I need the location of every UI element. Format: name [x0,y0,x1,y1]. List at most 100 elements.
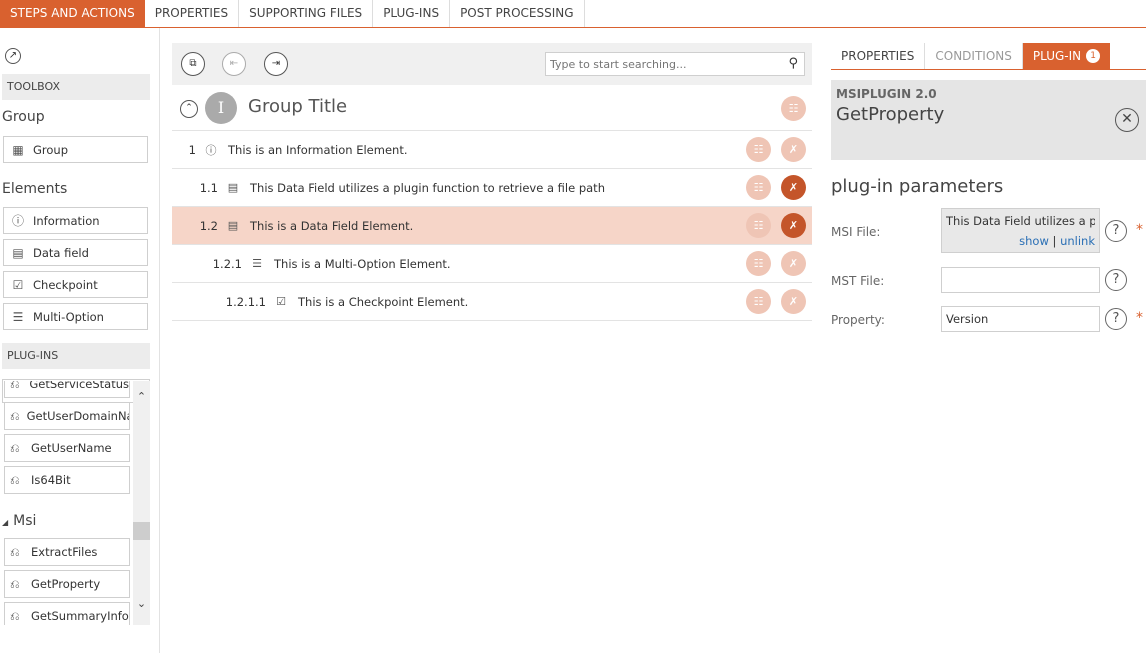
outdent-element-icon[interactable]: ⇤ [222,52,246,76]
tab-label: PLUG-IN [1032,49,1082,63]
plugins-scrollbar-thumb[interactable] [133,522,150,540]
help-icon[interactable]: ? [1105,308,1127,330]
editor-search: ⚲ [545,52,805,76]
plugin-item-is64bit[interactable]: ⎌ Is64Bit [4,466,130,494]
plugins-header: PLUG-INS [2,343,150,369]
msi-file-field[interactable]: This Data Field utilizes a pl... show | … [941,208,1100,253]
element-row[interactable]: 1.2.1.1 ☑ This is a Checkpoint Element. … [172,283,812,321]
plugin-link-icon[interactable]: ✗ [781,289,806,314]
msi-file-label: MSI File: [831,225,881,239]
plugin-item-label: GetUserName [31,441,112,455]
plugin-item-label: GetProperty [31,577,101,591]
tab-supporting-files[interactable]: SUPPORTING FILES [239,0,374,27]
plug-icon: ⎌ [10,608,20,623]
hierarchy-icon[interactable]: ☷ [746,213,771,238]
toolbox-item-multi-option[interactable]: ☰ Multi-Option [3,303,148,330]
group-row[interactable]: ⌃ I Group Title ☷ [172,85,812,131]
property-input[interactable] [941,306,1100,332]
toolbox-item-label: Data field [33,245,89,260]
plugin-item-label: ExtractFiles [31,545,98,559]
plugin-item-label: Is64Bit [31,473,71,487]
required-marker: * [1136,222,1143,238]
row-number: 1.2.1.1 [225,294,266,309]
tab-plug-in[interactable]: PLUG-IN 1 [1022,43,1111,69]
datafield-icon: ▤ [227,181,239,194]
collapse-icon[interactable]: ⌃ [180,100,198,118]
tab-properties[interactable]: PROPERTIES [831,43,926,69]
tab-post-processing[interactable]: POST PROCESSING [450,0,585,27]
editor-toolbar: ⧉ ⇤ ⇥ ⚲ [172,43,812,85]
scroll-up-icon[interactable]: ⌃ [133,390,150,406]
toolbox-item-checkpoint[interactable]: ☑ Checkpoint [3,271,148,298]
plug-icon: ⎌ [10,544,20,559]
unlink-link[interactable]: unlink [1060,234,1095,248]
plugins-scrollbar[interactable] [133,381,150,625]
tab-conditions[interactable]: CONDITIONS [925,43,1023,69]
tab-steps-and-actions[interactable]: STEPS AND ACTIONS [0,0,145,27]
info-icon: ⓘ [205,143,217,157]
toolbox-item-group[interactable]: ▦ Group [3,136,148,163]
multioption-icon: ☰ [12,309,24,324]
row-text: This is a Checkpoint Element. [298,294,469,309]
group-icon: ▦ [12,142,24,157]
top-tab-bar: STEPS AND ACTIONS PROPERTIES SUPPORTING … [0,0,1146,28]
help-icon[interactable]: ? [1105,269,1127,291]
hierarchy-icon[interactable]: ☷ [746,175,771,200]
plugin-item-getsummaryinfo[interactable]: ⎌ GetSummaryInfo [4,602,130,625]
hierarchy-icon[interactable]: ☷ [781,96,806,121]
element-row[interactable]: 1.2.1 ☰ This is a Multi-Option Element. … [172,245,812,283]
plugin-link-icon[interactable]: ✗ [781,137,806,162]
datafield-icon: ▤ [227,219,239,232]
tab-plug-ins[interactable]: PLUG-INS [373,0,451,27]
required-marker: * [1136,310,1143,326]
element-row[interactable]: 1 ⓘ This is an Information Element. ☷ ✗ [172,131,812,169]
plugin-group-msi[interactable]: ◢ Msi [2,513,36,529]
element-row[interactable]: 1.1 ▤ This Data Field utilizes a plugin … [172,169,812,207]
plug-icon: ⎌ [10,408,20,423]
copy-element-icon[interactable]: ⧉ [181,52,205,76]
plugin-link-icon[interactable]: ✗ [781,175,806,200]
plugin-name: MSIPLUGIN 2.0 [836,87,937,101]
mst-file-input[interactable] [941,267,1100,293]
element-row-selected[interactable]: 1.2 ▤ This is a Data Field Element. ☷ ✗ [172,207,812,245]
plugin-item-label: GetSummaryInfo [31,609,129,623]
show-link[interactable]: show [1019,234,1049,248]
indent-element-icon[interactable]: ⇥ [264,52,288,76]
properties-panel: PROPERTIES CONDITIONS PLUG-IN 1 MSIPLUGI… [831,43,1146,653]
scroll-down-icon[interactable]: ⌄ [133,597,150,613]
expand-panel-icon[interactable]: ↗ [5,48,21,64]
toolbox-item-data-field[interactable]: ▤ Data field [3,239,148,266]
mst-file-label: MST File: [831,274,885,288]
plugin-item-extractfiles[interactable]: ⎌ ExtractFiles [4,538,130,566]
toolbox-item-information[interactable]: ⓘ Information [3,207,148,234]
plugin-item-getservicestatus[interactable]: ⎌ GetServiceStatus [4,381,130,398]
datafield-icon: ▤ [12,245,24,260]
plugin-item-getusername[interactable]: ⎌ GetUserName [4,434,130,462]
plug-icon: ⎌ [10,472,20,487]
plugin-item-getproperty[interactable]: ⎌ GetProperty [4,570,130,598]
plugins-list: ⎌ GetServiceStatus ⎌ GetUserDomainNa ⎌ G… [0,381,150,625]
help-icon[interactable]: ? [1105,220,1127,242]
plug-icon: ⎌ [10,440,20,455]
plugin-item-getuserdomainname[interactable]: ⎌ GetUserDomainNa [4,402,130,430]
remove-plugin-icon[interactable]: ✕ [1115,108,1139,132]
plugin-link-icon[interactable]: ✗ [781,213,806,238]
search-icon[interactable]: ⚲ [788,56,798,71]
row-number: 1.2 [199,218,218,233]
plug-icon: ⎌ [10,576,20,591]
row-number: 1.2.1 [212,256,242,271]
group-title[interactable]: Group Title [248,96,347,117]
editor-search-input[interactable] [546,53,771,75]
msi-file-value: This Data Field utilizes a pl... [946,214,1095,228]
hierarchy-icon[interactable]: ☷ [746,251,771,276]
checkpoint-icon: ☑ [276,295,286,308]
tab-properties[interactable]: PROPERTIES [145,0,240,27]
plugin-link-icon[interactable]: ✗ [781,251,806,276]
plugin-function-name: GetProperty [836,104,945,125]
hierarchy-icon[interactable]: ☷ [746,137,771,162]
plugin-item-label: GetServiceStatus [29,381,129,391]
toolbox-item-label: Group [33,142,69,157]
row-number: 1 [188,142,196,157]
link-separator: | [1052,234,1057,248]
hierarchy-icon[interactable]: ☷ [746,289,771,314]
